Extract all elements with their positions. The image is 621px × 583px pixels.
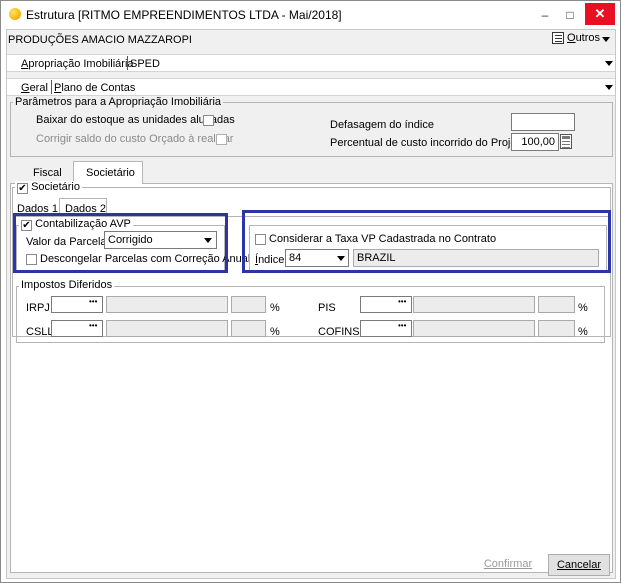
csll-label: CSLL	[26, 326, 54, 338]
irpj-percent: %	[270, 302, 280, 314]
cofins-code-input[interactable]: •••	[360, 320, 412, 337]
chevron-down-icon[interactable]	[605, 85, 613, 90]
outros-label: Outros	[567, 32, 601, 44]
societario-label: Societário	[31, 181, 80, 193]
window-title: Estrutura [RITMO EMPREENDIMENTOS LTDA - …	[26, 8, 342, 22]
cancelar-button[interactable]: Cancelar	[548, 554, 610, 576]
pis-label: PIS	[318, 302, 336, 314]
irpj-label: IRPJ	[26, 302, 50, 314]
defasagem-input[interactable]	[511, 113, 575, 131]
cofins-rate-field	[538, 320, 575, 337]
csll-code-input[interactable]: •••	[51, 320, 103, 337]
menu-list-icon	[552, 32, 564, 44]
csll-percent: %	[270, 326, 280, 338]
dialog-window: Estrutura [RITMO EMPREENDIMENTOS LTDA - …	[0, 0, 621, 583]
cofins-label: COFINS	[318, 326, 360, 338]
outros-button[interactable]: Outros	[550, 30, 612, 49]
baixar-checkbox[interactable]	[203, 115, 214, 126]
defasagem-label: Defasagem do índice	[330, 119, 434, 131]
irpj-rate-field	[231, 296, 266, 313]
chevron-down-icon[interactable]	[605, 61, 613, 66]
percentual-value: 100,00	[521, 136, 555, 148]
impostos-legend: Impostos Diferidos	[19, 279, 115, 291]
tab-fiscal[interactable]: Fiscal	[33, 167, 62, 179]
ellipsis-button[interactable]: •••	[89, 297, 97, 306]
confirmar-button[interactable]: Confirmar	[477, 554, 539, 576]
chevron-down-icon	[602, 37, 610, 42]
cofins-desc-field	[413, 320, 535, 337]
pis-code-input[interactable]: •••	[360, 296, 412, 313]
percentual-label: Percentual de custo incorrido do Projeto	[330, 137, 526, 149]
highlight-avp	[13, 213, 228, 273]
params-legend: Parâmetros para a Apropriação Imobiliári…	[13, 96, 224, 108]
minimize-button[interactable]: –	[534, 5, 556, 25]
csll-rate-field	[231, 320, 266, 337]
tab-apropriacao-imobiliaria[interactable]: Apropriação Imobiliária	[21, 58, 134, 70]
tab-societario-label: Societário	[86, 167, 135, 179]
percentual-input[interactable]: 100,00	[511, 133, 559, 151]
close-button[interactable]: ✕	[585, 3, 615, 25]
tab-separator	[51, 80, 52, 94]
calculator-icon[interactable]	[560, 134, 572, 149]
main-frame: PRODUÇÕES AMACIO MAZZAROPI Outros Apropr…	[6, 29, 616, 579]
tab-societario[interactable]: Societário	[73, 161, 143, 184]
ellipsis-button[interactable]: •••	[398, 297, 406, 306]
pis-desc-field	[413, 296, 535, 313]
ellipsis-button[interactable]: •••	[398, 321, 406, 330]
irpj-desc-field	[106, 296, 228, 313]
company-name: PRODUÇÕES AMACIO MAZZAROPI	[8, 34, 192, 46]
ellipsis-button[interactable]: •••	[89, 321, 97, 330]
pis-rate-field	[538, 296, 575, 313]
societario-checkbox[interactable]: ✔	[17, 183, 28, 194]
maximize-button[interactable]: □	[559, 5, 581, 25]
app-icon	[9, 8, 21, 20]
corrigir-checkbox[interactable]	[216, 134, 227, 145]
corrigir-label: Corrigir saldo do custo Orçado à realiza…	[36, 133, 234, 145]
csll-desc-field	[106, 320, 228, 337]
pis-percent: %	[578, 302, 588, 314]
cofins-percent: %	[578, 326, 588, 338]
tab-separator	[127, 56, 128, 70]
tab-sped[interactable]: SPED	[130, 58, 160, 70]
title-bar: Estrutura [RITMO EMPREENDIMENTOS LTDA - …	[1, 1, 620, 29]
tab-plano-de-contas[interactable]: Plano de Contas	[54, 82, 135, 94]
highlight-taxa	[242, 210, 611, 273]
tab-geral[interactable]: Geral	[21, 82, 48, 94]
societario-legend: ✔ Societário	[15, 181, 82, 194]
irpj-code-input[interactable]: •••	[51, 296, 103, 313]
